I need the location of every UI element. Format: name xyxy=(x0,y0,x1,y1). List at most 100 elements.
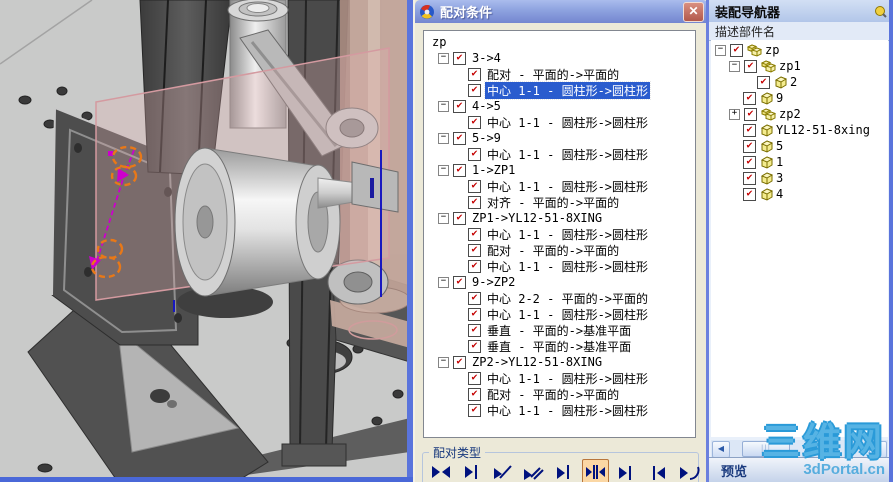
mate-pair-row[interactable]: − ZP2->YL12-51-8XING xyxy=(428,354,695,370)
expand-toggle-icon[interactable]: + xyxy=(729,108,740,120)
navigator-row-1[interactable]: 1 xyxy=(713,154,888,170)
navigator-row-zp[interactable]: − zp xyxy=(713,42,888,58)
mating-type-distance-button[interactable] xyxy=(613,459,640,482)
mate-constraint-row[interactable]: 中心 1-1 - 圆柱形->圆柱形 xyxy=(428,306,695,322)
checkbox-icon[interactable] xyxy=(744,59,757,73)
mate-pair-row[interactable]: − 3->4 xyxy=(428,50,695,66)
assembly-3d-view[interactable] xyxy=(0,0,407,482)
scrollbar-thumb[interactable] xyxy=(742,441,790,457)
navigator-tree[interactable]: − zp − zp1 29 + zp2 YL12-51-8xing 5 1 3 4 xyxy=(711,40,888,437)
checkbox-icon[interactable] xyxy=(468,227,481,241)
checkbox-icon[interactable] xyxy=(468,307,481,321)
mating-conditions-tree[interactable]: zp −3->4配对 - 平面的->平面的中心 1-1 - 圆柱形->圆柱形−4… xyxy=(423,30,696,438)
expand-toggle-icon[interactable]: − xyxy=(715,44,726,56)
mate-constraint-row[interactable]: 配对 - 平面的->平面的 xyxy=(428,242,695,258)
navigator-row-9[interactable]: 9 xyxy=(713,90,888,106)
mating-type-mate-button[interactable] xyxy=(427,459,454,482)
checkbox-icon[interactable] xyxy=(468,323,481,337)
mating-type-angle-button[interactable] xyxy=(489,459,516,482)
mate-constraint-row[interactable]: 中心 1-1 - 圆柱形->圆柱形 xyxy=(428,178,695,194)
checkbox-icon[interactable] xyxy=(468,291,481,305)
navigator-row-2[interactable]: 2 xyxy=(713,74,888,90)
checkbox-icon[interactable] xyxy=(743,123,756,137)
checkbox-icon[interactable] xyxy=(743,139,756,153)
navigator-header[interactable]: 装配导航器 xyxy=(709,0,893,22)
mating-type-parallel-button[interactable] xyxy=(520,459,547,482)
dialog-titlebar[interactable]: 配对条件 ✕ xyxy=(415,0,708,23)
mate-constraint-row[interactable]: 中心 1-1 - 圆柱形->圆柱形 xyxy=(428,258,695,274)
expand-toggle-icon[interactable]: − xyxy=(438,52,449,64)
mate-pair-row[interactable]: − 4->5 xyxy=(428,98,695,114)
checkbox-icon[interactable] xyxy=(468,115,481,129)
mating-type-center-button[interactable] xyxy=(582,459,609,482)
navigator-row-3[interactable]: 3 xyxy=(713,170,888,186)
mating-type-tangent-button[interactable] xyxy=(675,459,702,482)
checkbox-icon[interactable] xyxy=(468,67,481,81)
mate-constraint-row[interactable]: 中心 1-1 - 圆柱形->圆柱形 xyxy=(428,146,695,162)
column-header-part-name[interactable]: 描述部件名 xyxy=(709,22,893,41)
checkbox-icon[interactable] xyxy=(468,147,481,161)
mate-constraint-row[interactable]: 中心 1-1 - 圆柱形->圆柱形 xyxy=(428,114,695,130)
expand-toggle-icon[interactable]: − xyxy=(729,60,740,72)
mate-pair-row[interactable]: − 1->ZP1 xyxy=(428,162,695,178)
checkbox-icon[interactable] xyxy=(730,43,743,57)
expand-toggle-icon[interactable]: − xyxy=(438,164,449,176)
checkbox-icon[interactable] xyxy=(744,107,757,121)
expand-toggle-icon[interactable]: − xyxy=(438,132,449,144)
mate-pair-row[interactable]: − ZP1->YL12-51-8XING xyxy=(428,210,695,226)
constraint-label: 配对 - 平面的->平面的 xyxy=(487,67,620,82)
mate-constraint-row[interactable]: 垂直 - 平面的->基准平面 xyxy=(428,322,695,338)
checkbox-icon[interactable] xyxy=(453,355,466,369)
checkbox-icon[interactable] xyxy=(468,195,481,209)
checkbox-icon[interactable] xyxy=(468,387,481,401)
navigator-row-zp2[interactable]: + zp2 xyxy=(713,106,888,122)
navigator-row-YL12-51-8xing[interactable]: YL12-51-8xing xyxy=(713,122,888,138)
checkbox-icon[interactable] xyxy=(453,163,466,177)
expand-toggle-icon[interactable]: − xyxy=(438,212,449,224)
checkbox-icon[interactable] xyxy=(757,75,770,89)
checkbox-icon[interactable] xyxy=(743,187,756,201)
mate-constraint-row[interactable]: 配对 - 平面的->平面的 xyxy=(428,66,695,82)
close-icon[interactable]: ✕ xyxy=(683,1,704,22)
mate-constraint-row[interactable]: 中心 1-1 - 圆柱形->圆柱形 xyxy=(428,226,695,242)
checkbox-icon[interactable] xyxy=(743,155,756,169)
checkbox-icon[interactable] xyxy=(743,91,756,105)
checkbox-icon[interactable] xyxy=(468,339,481,353)
mate-pair-row[interactable]: − 5->9 xyxy=(428,130,695,146)
scroll-left-icon[interactable]: ◀ xyxy=(712,440,730,458)
navigator-row-4[interactable]: 4 xyxy=(713,186,888,202)
scroll-right-icon[interactable]: ▶ xyxy=(869,440,887,458)
mate-constraint-row[interactable]: 中心 1-1 - 圆柱形->圆柱形 xyxy=(428,370,695,386)
checkbox-icon[interactable] xyxy=(453,99,466,113)
mating-type-perpendicular-button[interactable] xyxy=(551,459,578,482)
mate-constraint-row[interactable]: 中心 2-2 - 平面的->平面的 xyxy=(428,290,695,306)
mate-pair-row[interactable]: − 9->ZP2 xyxy=(428,274,695,290)
checkbox-icon[interactable] xyxy=(468,371,481,385)
mate-constraint-row[interactable]: 中心 1-1 - 圆柱形->圆柱形 xyxy=(428,80,695,100)
checkbox-icon[interactable] xyxy=(468,259,481,273)
checkbox-icon[interactable] xyxy=(468,243,481,257)
mate-constraint-row[interactable]: 配对 - 平面的->平面的 xyxy=(428,386,695,402)
checkbox-icon[interactable] xyxy=(453,275,466,289)
checkbox-icon[interactable] xyxy=(743,171,756,185)
checkbox-icon[interactable] xyxy=(453,51,466,65)
checkbox-icon[interactable] xyxy=(453,211,466,225)
navigator-row-5[interactable]: 5 xyxy=(713,138,888,154)
navigator-row-zp1[interactable]: − zp1 xyxy=(713,58,888,74)
mate-constraint-row[interactable]: 中心 1-1 - 圆柱形->圆柱形 xyxy=(428,402,695,418)
mate-constraint-row[interactable]: 垂直 - 平面的->基准平面 xyxy=(428,338,695,354)
checkbox-icon[interactable] xyxy=(453,131,466,145)
expand-toggle-icon[interactable]: − xyxy=(438,276,449,288)
tree-root-zp[interactable]: zp xyxy=(428,34,695,50)
preview-bar[interactable]: 预览 xyxy=(709,457,893,482)
horizontal-scrollbar[interactable]: ◀ ▶ xyxy=(711,440,888,458)
mate-constraint-row[interactable]: 对齐 - 平面的->平面的 xyxy=(428,194,695,210)
checkbox-icon[interactable] xyxy=(468,403,481,417)
mating-type-fit-button[interactable] xyxy=(644,459,671,482)
expand-toggle-icon[interactable]: − xyxy=(438,356,449,368)
mating-type-align-button[interactable] xyxy=(458,459,485,482)
checkbox-icon[interactable] xyxy=(468,179,481,193)
checkbox-icon[interactable] xyxy=(468,83,481,97)
expand-toggle-icon[interactable]: − xyxy=(438,100,449,112)
navigator-pin-icon[interactable] xyxy=(874,5,887,18)
